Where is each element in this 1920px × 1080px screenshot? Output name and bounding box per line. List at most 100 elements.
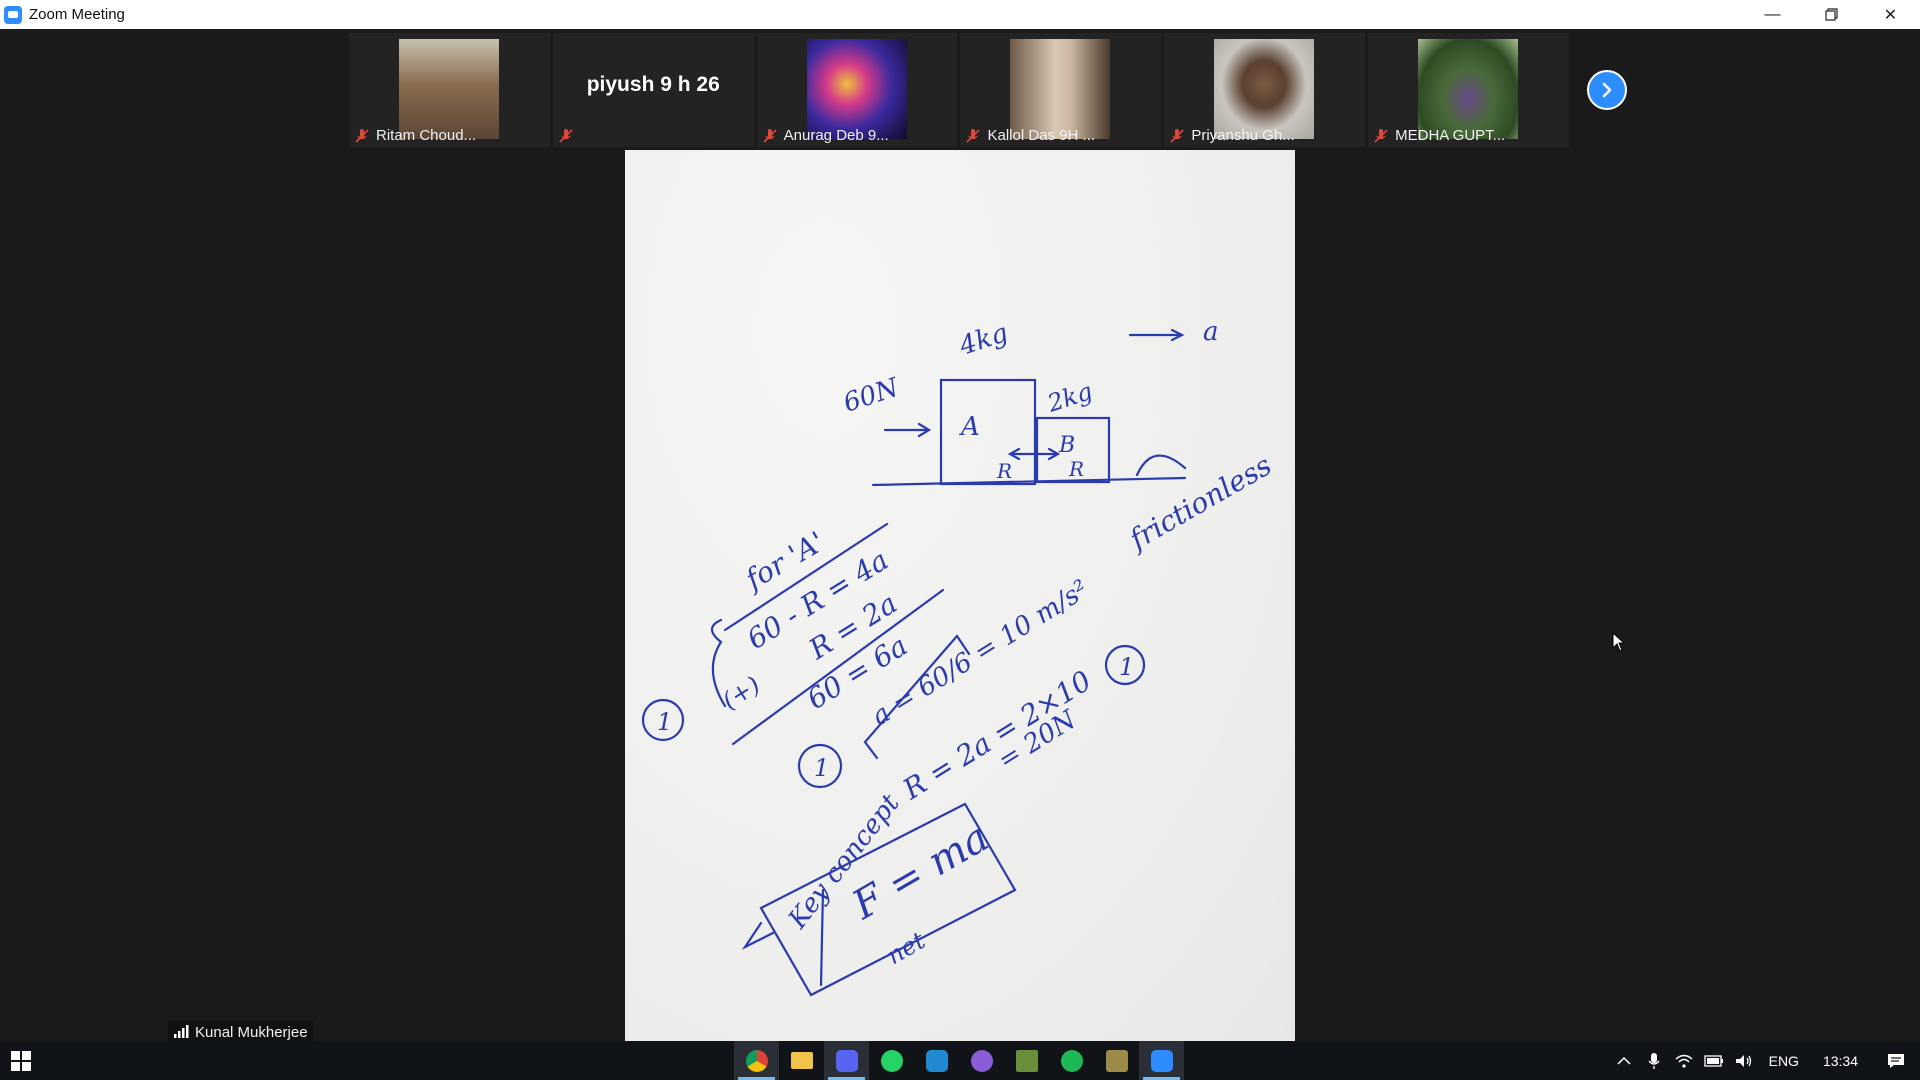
mic-muted-icon [1169,128,1185,144]
participant-video-thumbnail [1010,39,1111,139]
participant-name-row: Priyanshu Gh... [1169,127,1295,144]
participant-gallery-strip: Ritam Choud... piyush 9 h 26 Anurag Deb … [349,33,1569,147]
system-tray: ENG 13:34 [1609,1041,1920,1080]
participant-name: Kallol Das 9H ... [987,127,1096,144]
clock[interactable]: 13:34 [1809,1053,1872,1069]
restore-button[interactable] [1802,0,1861,29]
spotify-icon [1060,1049,1083,1072]
participant-name: Anurag Deb 9... [783,127,889,144]
taskbar-app-generic[interactable] [959,1041,1004,1080]
volume-tray-button[interactable] [1729,1041,1759,1080]
participant-video-thumbnail [399,39,499,139]
participant-video-thumbnail [1214,39,1315,139]
active-speaker-label: Kunal Mukherjee [168,1021,313,1043]
whatsapp-icon [880,1049,903,1072]
speaker-icon [1735,1054,1751,1067]
vscode-icon [925,1049,948,1072]
signal-strength-icon [174,1025,189,1038]
next-page-button[interactable] [1587,70,1627,110]
taskbar-app-minecraft[interactable] [1004,1041,1049,1080]
participant-name-large: piyush 9 h 26 [586,73,720,96]
taskbar-app-game[interactable] [1094,1041,1139,1080]
block-a [939,378,1037,486]
close-button[interactable]: ✕ [1861,0,1920,29]
file-explorer-icon [790,1052,813,1069]
participant-tile[interactable]: Anurag Deb 9... [756,33,958,147]
chrome-icon [745,1049,768,1072]
network-tray-button[interactable] [1669,1041,1699,1080]
label-block-b: B [1058,433,1075,458]
circled-mark-number: 1 [814,754,829,782]
app-icon [970,1049,993,1072]
equation-line: net [882,926,930,970]
action-center-button[interactable] [1872,1041,1920,1080]
participant-video-thumbnail [1418,39,1519,139]
participant-name: Ritam Choud... [376,127,477,144]
label-mass-b: 2kg [1043,377,1096,418]
chevron-right-icon [1602,82,1612,98]
zoom-app-icon [4,5,22,24]
taskbar-app-discord[interactable] [824,1041,869,1080]
taskbar-app-whatsapp[interactable] [869,1041,914,1080]
mic-muted-icon [354,128,370,144]
minecraft-icon [1015,1049,1038,1072]
discord-icon [835,1049,858,1072]
participant-name-row [558,128,574,144]
battery-icon [1703,1054,1723,1067]
label-force: 60N [840,372,904,418]
windows-logo-icon [11,1050,31,1071]
handwritten-notes: 60N 4kg 2kg a A B R R frictionless for '… [641,317,1277,997]
notification-icon [1888,1053,1904,1068]
mic-muted-icon [762,128,778,144]
window-titlebar: Zoom Meeting — ✕ [0,0,1920,29]
participant-name-row: Ritam Choud... [354,127,476,144]
window-controls: — ✕ [1743,0,1920,29]
participant-name: Priyanshu Gh... [1191,127,1295,144]
label-reaction: R [996,459,1012,483]
mic-muted-icon [558,128,574,144]
wifi-icon [1675,1054,1693,1068]
label-accel: a [1203,317,1219,347]
equation-line: (+) [717,671,765,715]
key-concept-arrow [741,921,775,950]
participant-name-row: Kallol Das 9H ... [965,127,1095,144]
taskbar-app-file-explorer[interactable] [779,1041,824,1080]
mouse-cursor-icon [1612,631,1626,657]
label-mass-a: 4kg [955,318,1012,362]
game-icon [1105,1049,1128,1072]
mic-muted-icon [1373,128,1389,144]
mic-muted-icon [965,128,981,144]
label-reaction: R [1068,457,1084,481]
zoom-icon [1150,1049,1173,1072]
label-surface: frictionless [1122,449,1277,557]
start-button[interactable] [0,1041,42,1080]
taskbar-apps [734,1041,1184,1080]
taskbar-app-spotify[interactable] [1049,1041,1094,1080]
participant-tile[interactable]: Priyanshu Gh... [1164,33,1366,147]
label-block-a: A [959,412,980,442]
participant-video-thumbnail [806,39,907,139]
active-speaker-name: Kunal Mukherjee [195,1023,308,1041]
show-hidden-icons-button[interactable] [1609,1041,1639,1080]
participant-tile[interactable]: piyush 9 h 26 [552,33,754,147]
microphone-icon [1648,1052,1660,1069]
participant-name: MEDHA GUPT... [1395,127,1506,144]
circled-mark-number: 1 [657,708,672,736]
input-language[interactable]: ENG [1759,1053,1809,1069]
battery-tray-button[interactable] [1699,1041,1729,1080]
taskbar-app-zoom[interactable] [1139,1041,1184,1080]
minimize-button[interactable]: — [1743,0,1802,29]
participant-tile[interactable]: Ritam Choud... [349,33,550,147]
participant-name-row: Anurag Deb 9... [762,127,889,144]
participant-tile[interactable]: Kallol Das 9H ... [960,33,1162,147]
windows-taskbar: ENG 13:34 [0,1041,1920,1080]
microphone-tray-button[interactable] [1639,1041,1669,1080]
participant-tile[interactable]: MEDHA GUPT... [1368,33,1569,147]
chevron-up-icon [1617,1056,1631,1065]
participant-name-row: MEDHA GUPT... [1373,127,1505,144]
circled-mark-number: 1 [1119,653,1134,681]
window-title: Zoom Meeting [29,6,125,23]
taskbar-app-vscode[interactable] [914,1041,959,1080]
shared-video: 60N 4kg 2kg a A B R R frictionless for '… [625,150,1295,1041]
taskbar-app-chrome[interactable] [734,1041,779,1080]
